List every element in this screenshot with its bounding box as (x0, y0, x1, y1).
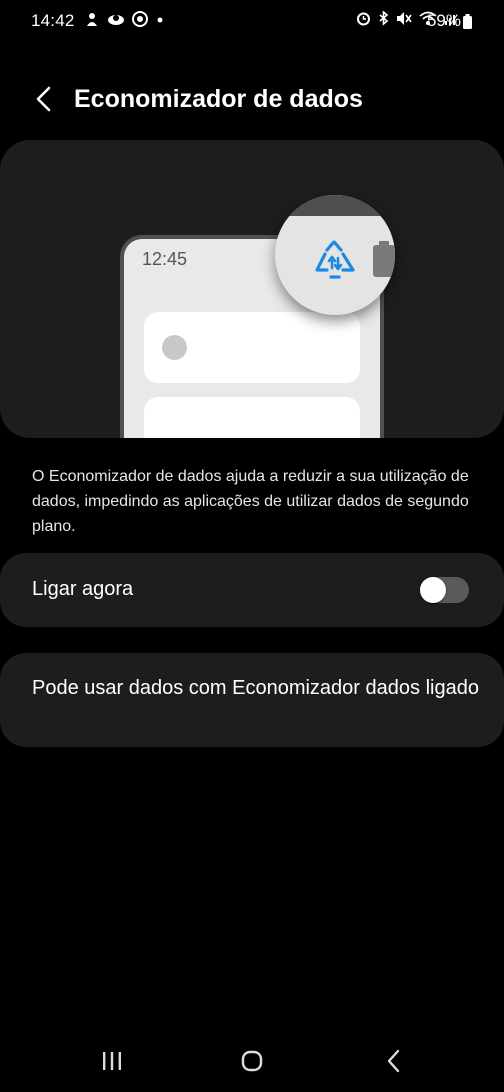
home-icon (241, 1050, 263, 1072)
notification-icon (87, 13, 97, 26)
battery-icon (463, 14, 472, 29)
magnifier-statusbar (275, 195, 395, 216)
data-saver-icon (315, 240, 355, 279)
status-bar: 14:42 59% (0, 0, 504, 44)
status-left-icons (84, 11, 165, 27)
status-time: 14:42 (31, 11, 75, 30)
dot-icon (157, 17, 163, 23)
phone-card-dot (162, 335, 187, 360)
system-back-button[interactable] (374, 1044, 414, 1078)
home-button[interactable] (232, 1044, 272, 1078)
battery-percent: 59% (426, 11, 461, 30)
phone-notification-card (144, 312, 360, 383)
navigation-bar (0, 1030, 504, 1092)
phone-notification-card (144, 397, 360, 438)
bluetooth-icon (379, 11, 389, 26)
turn-on-now-toggle[interactable] (420, 577, 469, 603)
battery-icon (373, 241, 395, 277)
turn-on-now-label: Ligar agora (32, 578, 134, 600)
unrestricted-data-label: Pode usar dados com Economizador dados l… (32, 677, 479, 699)
back-button[interactable] (26, 82, 60, 116)
toggle-knob (420, 577, 446, 603)
chrome-icon (132, 11, 148, 27)
weather-icon (108, 15, 124, 25)
unrestricted-data-row[interactable]: Pode usar dados com Economizador dados l… (0, 653, 504, 747)
alarm-icon (357, 12, 370, 26)
turn-on-now-row[interactable]: Ligar agora (0, 553, 504, 627)
magnifier-circle (275, 195, 395, 315)
recents-icon (103, 1052, 121, 1070)
back-icon (387, 1049, 400, 1073)
illustration-card: 12:45 (0, 140, 504, 438)
chevron-left-icon (36, 86, 51, 112)
recents-button[interactable] (92, 1044, 132, 1078)
mute-icon (397, 12, 412, 25)
description-text: O Economizador de dados ajuda a reduzir … (32, 468, 469, 535)
phone-time: 12:45 (142, 249, 188, 269)
page-title: Economizador de dados (74, 85, 363, 113)
